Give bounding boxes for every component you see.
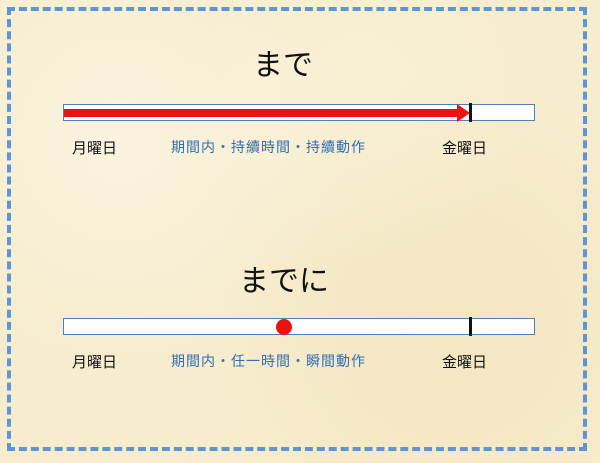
madeni-title: までに bbox=[239, 264, 329, 299]
madeni-middle-label: 期間内・任一時間・瞬間動作 bbox=[171, 354, 366, 370]
madeni-deadline-tick bbox=[469, 317, 472, 336]
madeni-start-label: 月曜日 bbox=[72, 353, 118, 371]
point-marker bbox=[276, 319, 292, 335]
madeni-end-label: 金曜日 bbox=[442, 353, 488, 371]
made-end-label: 金曜日 bbox=[442, 139, 488, 157]
duration-arrow bbox=[64, 104, 470, 122]
made-middle-label: 期間内・持續時間・持續動作 bbox=[171, 140, 366, 156]
made-start-label: 月曜日 bbox=[72, 139, 118, 157]
made-title: まで bbox=[253, 48, 313, 83]
madeni-timeline-bar bbox=[63, 318, 535, 335]
made-deadline-tick bbox=[469, 103, 472, 122]
